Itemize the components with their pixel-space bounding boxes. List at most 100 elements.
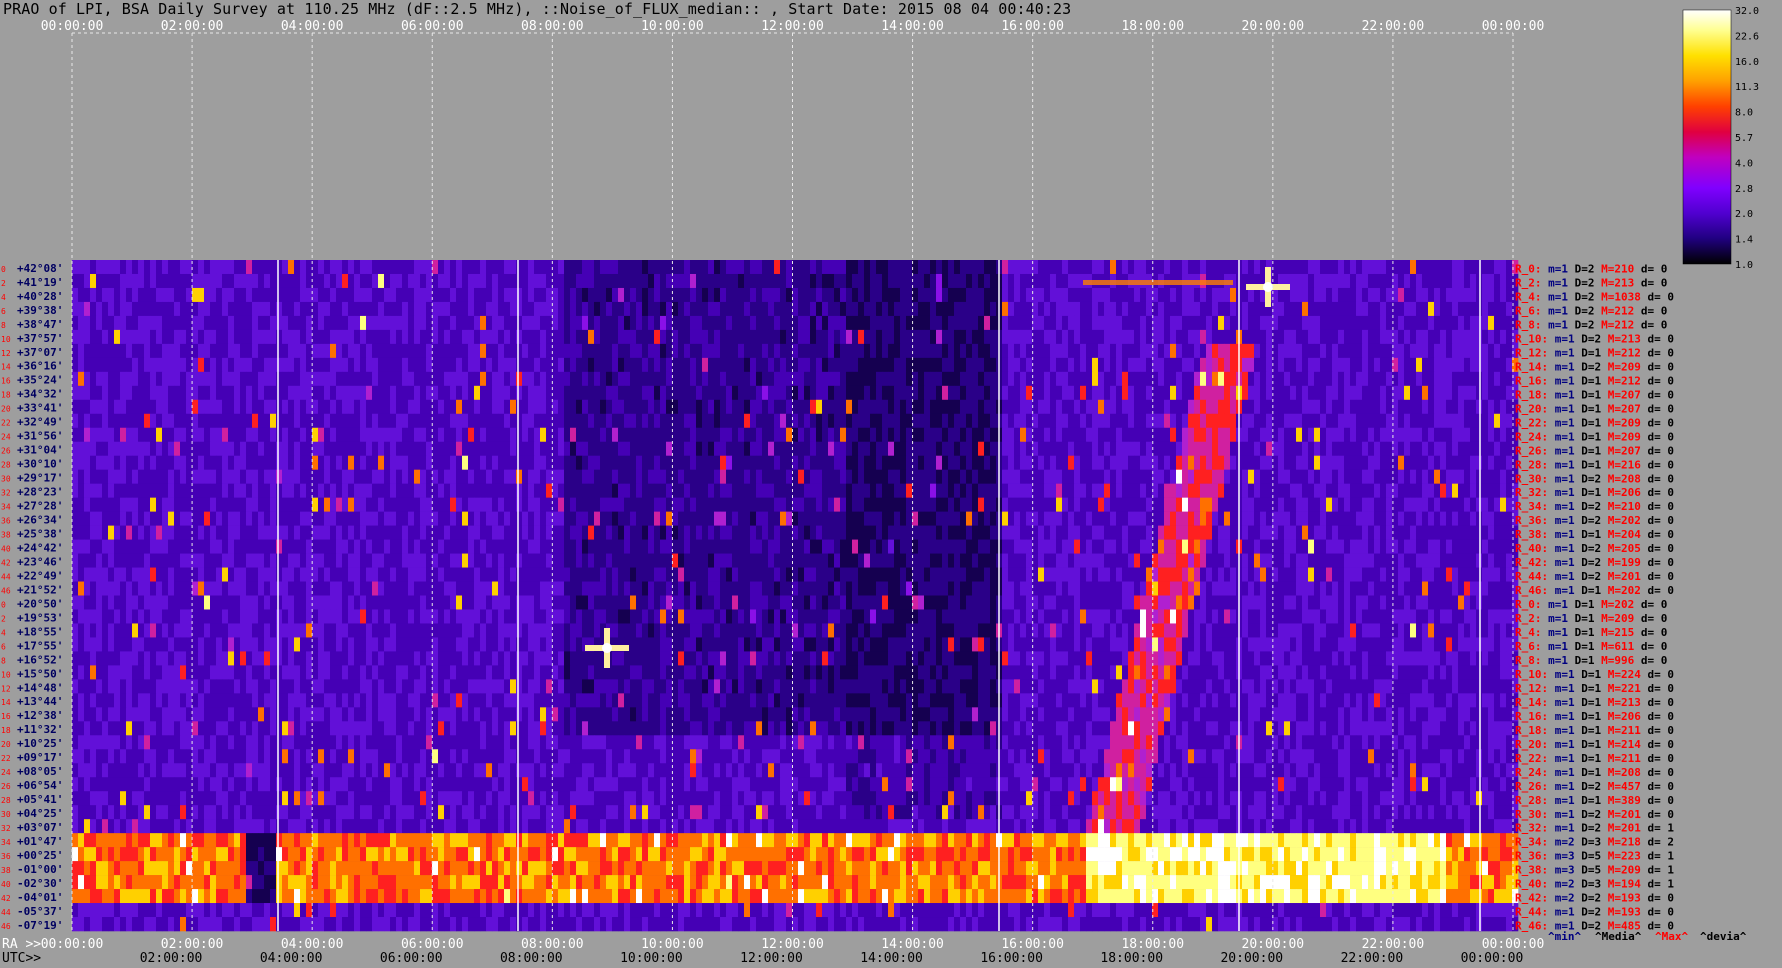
heatmap-cell bbox=[528, 469, 535, 484]
heatmap-cell bbox=[1218, 427, 1225, 443]
heatmap-cell bbox=[282, 441, 289, 457]
heatmap-cell bbox=[324, 343, 331, 359]
heatmap-cell bbox=[936, 315, 943, 331]
heatmap-cell bbox=[300, 273, 307, 289]
heatmap-cell bbox=[354, 399, 361, 415]
heatmap-cell bbox=[1428, 399, 1435, 415]
heatmap-cell bbox=[522, 497, 529, 512]
heatmap-cell bbox=[1476, 371, 1483, 387]
heatmap-cell bbox=[354, 273, 361, 289]
heatmap-cell bbox=[1032, 287, 1039, 303]
heatmap-cell bbox=[72, 301, 79, 317]
heatmap-cell bbox=[1314, 371, 1321, 387]
heatmap-cell bbox=[1122, 260, 1129, 275]
heatmap-cell bbox=[1278, 343, 1285, 359]
heatmap-cell bbox=[732, 455, 739, 470]
heatmap-cell bbox=[342, 511, 349, 526]
heatmap-cell bbox=[828, 399, 835, 415]
heatmap-cell bbox=[120, 315, 127, 331]
heatmap-cell bbox=[1188, 301, 1195, 317]
heatmap-cell bbox=[96, 329, 103, 345]
heatmap-cell bbox=[204, 469, 211, 484]
heatmap-cell bbox=[744, 260, 751, 275]
heatmap-cell bbox=[498, 301, 505, 317]
heatmap-cell bbox=[1440, 329, 1447, 345]
heatmap-cell bbox=[1326, 469, 1333, 484]
heatmap-cell bbox=[174, 287, 181, 303]
heatmap-cell bbox=[516, 301, 523, 317]
heatmap-cell bbox=[252, 385, 259, 401]
heatmap-cell bbox=[378, 287, 385, 303]
heatmap-cell bbox=[450, 399, 457, 415]
heatmap-cell bbox=[72, 539, 79, 554]
heatmap-cell bbox=[198, 357, 205, 373]
heatmap-cell bbox=[630, 399, 637, 415]
heatmap-cell bbox=[120, 301, 127, 317]
heatmap-cell bbox=[126, 315, 133, 331]
heatmap-cell bbox=[786, 287, 793, 303]
heatmap-cell bbox=[1452, 413, 1459, 429]
heatmap-cell bbox=[816, 539, 823, 554]
heatmap-cell bbox=[348, 301, 355, 317]
heatmap-cell bbox=[732, 483, 739, 498]
heatmap-cell bbox=[426, 343, 433, 359]
heatmap-cell bbox=[390, 455, 397, 470]
heatmap-cell bbox=[1164, 343, 1171, 359]
heatmap-cell bbox=[756, 273, 763, 289]
heatmap-cell bbox=[210, 343, 217, 359]
heatmap-cell bbox=[624, 329, 631, 345]
heatmap-cell bbox=[618, 441, 625, 457]
heatmap-cell bbox=[960, 315, 967, 331]
heatmap-cell bbox=[1254, 413, 1261, 429]
heatmap-cell bbox=[894, 385, 901, 401]
heatmap-cell bbox=[960, 525, 967, 540]
heatmap-cell bbox=[978, 483, 985, 498]
heatmap-cell bbox=[168, 427, 175, 443]
heatmap-cell bbox=[1254, 260, 1261, 275]
heatmap-cell bbox=[1404, 385, 1411, 401]
heatmap-cell bbox=[558, 357, 565, 373]
heatmap-cell bbox=[504, 273, 511, 289]
heatmap-cell bbox=[162, 343, 169, 359]
heatmap-cell bbox=[108, 413, 115, 429]
heatmap-cell bbox=[180, 413, 187, 429]
heatmap-cell bbox=[432, 315, 439, 331]
heatmap-cell bbox=[264, 399, 271, 415]
heatmap-cell bbox=[1434, 287, 1441, 303]
heatmap-cell bbox=[966, 441, 973, 457]
heatmap-cell bbox=[300, 357, 307, 373]
heatmap-cell bbox=[1476, 525, 1483, 540]
heatmap-cell bbox=[246, 329, 253, 345]
heatmap-cell bbox=[450, 301, 457, 317]
heatmap-cell bbox=[462, 469, 469, 484]
heatmap-cell bbox=[732, 539, 739, 554]
heatmap-cell bbox=[78, 483, 85, 498]
heatmap-cell bbox=[1500, 525, 1507, 540]
heatmap-cell bbox=[984, 525, 991, 540]
heatmap-cell bbox=[1188, 469, 1195, 484]
heatmap-cell bbox=[384, 441, 391, 457]
heatmap-cell bbox=[366, 455, 373, 470]
heatmap-cell bbox=[396, 343, 403, 359]
heatmap-cell bbox=[858, 441, 865, 457]
heatmap-cell bbox=[978, 260, 985, 275]
heatmap-cell bbox=[612, 385, 619, 401]
heatmap-cell bbox=[876, 329, 883, 345]
heatmap-cell bbox=[474, 260, 481, 275]
heatmap-cell bbox=[1488, 399, 1495, 415]
heatmap-cell bbox=[276, 357, 283, 373]
heatmap-cell bbox=[774, 399, 781, 415]
heatmap-cell bbox=[1254, 525, 1261, 540]
heatmap-cell bbox=[1350, 455, 1357, 470]
heatmap-cell bbox=[780, 385, 787, 401]
heatmap-cell bbox=[654, 343, 661, 359]
heatmap-cell bbox=[720, 260, 727, 275]
heatmap-cell bbox=[822, 329, 829, 345]
heatmap-cell bbox=[426, 525, 433, 540]
heatmap-cell bbox=[834, 260, 841, 275]
heatmap-cell bbox=[1182, 399, 1189, 415]
heatmap-cell bbox=[708, 539, 715, 554]
heatmap-cell bbox=[732, 469, 739, 484]
heatmap-cell bbox=[528, 343, 535, 359]
heatmap-cell bbox=[570, 511, 577, 526]
